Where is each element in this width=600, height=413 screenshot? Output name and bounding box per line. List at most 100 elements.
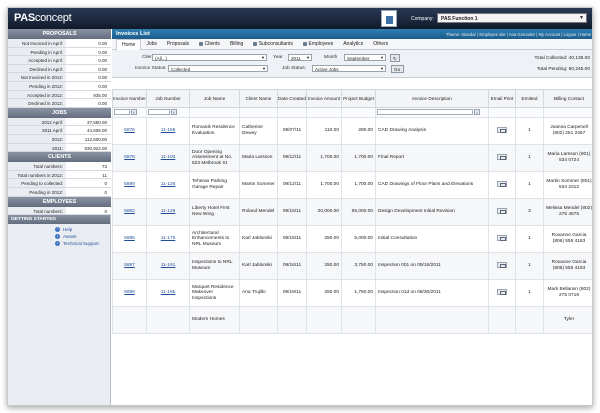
column-header[interactable]: Client Name bbox=[239, 89, 278, 108]
invoice-number-link[interactable]: 5897 bbox=[124, 263, 135, 268]
year-select[interactable]: 2011 ▼ bbox=[288, 54, 312, 61]
proposals-stat-row: Not Invoiced in 2012: 0.00 bbox=[8, 73, 111, 82]
email-icon[interactable] bbox=[497, 288, 507, 295]
email-icon[interactable] bbox=[497, 207, 507, 214]
invoice-filter-input[interactable] bbox=[114, 109, 130, 116]
column-header[interactable]: Job Name bbox=[189, 89, 240, 108]
column-header[interactable]: Invoice Number bbox=[112, 89, 147, 108]
proposals-stat-value: 0.00 bbox=[66, 81, 111, 90]
invoice-amount-cell: 20,000.00 bbox=[306, 198, 342, 226]
company-select[interactable]: PAS Function 1 ▼ bbox=[437, 13, 587, 23]
filter-icon[interactable]: Y bbox=[131, 109, 137, 116]
client-select-value: (All...) bbox=[155, 55, 167, 61]
getting-started-link-label: Assets bbox=[63, 234, 77, 240]
table-header-row: Invoice Number Job Number Job Name Client N… bbox=[112, 89, 592, 108]
job-status-select[interactable]: Active Jobs ▼ bbox=[312, 65, 386, 72]
invoice-number-link[interactable]: 5892 bbox=[124, 209, 135, 214]
app-logo[interactable]: PASconcept bbox=[14, 12, 72, 24]
tab-home[interactable]: Home bbox=[116, 38, 142, 50]
invoice-status-select[interactable]: Collected ▼ bbox=[168, 65, 268, 72]
clients-stat-value: 73 bbox=[66, 162, 111, 170]
proposals-stat-label: Accepted in April: bbox=[28, 58, 63, 64]
job-number-link[interactable]: 11-161 bbox=[161, 263, 176, 268]
tab-others[interactable]: Others bbox=[368, 41, 393, 47]
email-icon[interactable] bbox=[497, 180, 507, 187]
project-budget-cell: 280.00 bbox=[341, 117, 376, 145]
column-header[interactable]: Project Budget bbox=[341, 89, 376, 108]
year-label: Year bbox=[273, 55, 283, 60]
company-label: Company: bbox=[411, 16, 434, 22]
client-select[interactable]: (All...) ▼ bbox=[152, 54, 267, 61]
job-name-cell: Romanik Residence Evaluation bbox=[189, 117, 240, 145]
tab-subconsultants[interactable]: Subconsultants bbox=[248, 41, 298, 47]
client-name-cell: Martin Sommer bbox=[239, 171, 278, 199]
getting-started-link[interactable]: ? Help bbox=[55, 227, 110, 234]
tab-proposals[interactable]: Proposals bbox=[162, 41, 194, 47]
job-number-link[interactable]: 11-129 bbox=[161, 209, 176, 214]
subconsultants-icon bbox=[253, 42, 258, 46]
billing-contact-cell: Joanna Carpenell (802) 251 2467 bbox=[543, 117, 592, 145]
project-budget-cell: 5,000.00 bbox=[341, 225, 376, 253]
getting-started-link[interactable]: • Assets bbox=[55, 234, 110, 241]
job-number-link[interactable]: 11-165 bbox=[161, 290, 176, 295]
column-header[interactable]: Date Created bbox=[277, 89, 307, 108]
tab-employees[interactable]: Employees bbox=[298, 41, 338, 47]
month-select[interactable]: September ▼ bbox=[344, 54, 386, 61]
job-number-link[interactable]: 11-175 bbox=[161, 236, 176, 241]
chevron-down-icon: ▼ bbox=[306, 55, 310, 60]
filter-icon[interactable]: Y bbox=[474, 109, 480, 116]
clients-stat-value: 11 bbox=[66, 170, 111, 179]
getting-started-link[interactable]: • Technical Support bbox=[55, 241, 110, 248]
tab-billing[interactable]: Billing bbox=[225, 41, 248, 47]
email-icon[interactable] bbox=[497, 261, 507, 268]
jobs-stat-value: 44,605.00 bbox=[66, 126, 111, 134]
email-icon[interactable] bbox=[497, 153, 507, 160]
column-header[interactable]: Billing Contact bbox=[543, 89, 592, 108]
filter-icon[interactable]: Y bbox=[171, 109, 177, 116]
email-icon[interactable] bbox=[497, 126, 507, 133]
employees-stat-label: Total numbers: bbox=[33, 208, 63, 214]
user-links[interactable]: Theme: Standar | Employee site | Ana Gon… bbox=[446, 32, 591, 37]
date-created-cell: 09/16/11 bbox=[277, 252, 307, 280]
job-number-link[interactable]: 11-125 bbox=[161, 182, 176, 187]
invoice-description-cell: Initial Consultation bbox=[375, 225, 489, 253]
job-filter-input[interactable] bbox=[148, 109, 170, 116]
invoice-description-cell: Inspection 01d on 08/30/2011 bbox=[375, 279, 489, 307]
company-select-value: PAS Function 1 bbox=[441, 16, 478, 22]
tab-label: Clients bbox=[204, 41, 220, 47]
column-header[interactable]: Invoice Description bbox=[375, 89, 489, 108]
job-number-cell: 11-175 bbox=[146, 225, 190, 253]
tab-label: Subconsultants bbox=[258, 41, 293, 47]
date-created-cell: 09/15/11 bbox=[277, 225, 307, 253]
billing-contact-cell: Mark Bellamin (802) 275 0719 bbox=[543, 279, 592, 307]
date-created-cell: 09/15/11 bbox=[277, 198, 307, 226]
tab-label: Analytics bbox=[343, 41, 364, 47]
invoice-number-link[interactable]: 5898 bbox=[124, 290, 135, 295]
invoice-number-link[interactable]: 5878 bbox=[124, 155, 135, 160]
emitted-cell bbox=[515, 306, 544, 334]
invoice-amount-cell: 110.00 bbox=[306, 117, 342, 145]
invoice-number-link[interactable]: 5889 bbox=[124, 182, 135, 187]
invoice-number-link[interactable]: 5895 bbox=[124, 236, 135, 241]
invoice-number-link[interactable]: 5876 bbox=[124, 128, 135, 133]
column-header[interactable]: Invoice Amount bbox=[306, 89, 342, 108]
description-filter-input[interactable] bbox=[377, 109, 473, 116]
tab-analytics[interactable]: Analytics bbox=[338, 41, 368, 47]
column-header[interactable]: Emitted bbox=[515, 89, 544, 108]
email-icon[interactable] bbox=[497, 234, 507, 241]
job-number-link[interactable]: 11-103 bbox=[161, 155, 176, 160]
date-created-cell: 09/12/11 bbox=[277, 171, 307, 199]
go-button[interactable]: Go bbox=[391, 65, 404, 73]
refresh-icon[interactable]: ↻ bbox=[390, 54, 400, 62]
column-header[interactable]: Job Number bbox=[146, 89, 190, 108]
table-row: 5892 11-129 Liberty Hotel First New Wing Ro… bbox=[112, 198, 592, 226]
tab-jobs[interactable]: Jobs bbox=[141, 41, 162, 47]
company-icon bbox=[381, 10, 397, 27]
column-header[interactable]: Email Print bbox=[488, 89, 516, 108]
tab-clients[interactable]: Clients bbox=[194, 41, 225, 47]
proposals-stat-label: Pending in April: bbox=[30, 49, 63, 55]
filter-cell bbox=[488, 107, 516, 118]
invoice-number-cell bbox=[112, 306, 147, 334]
tab-label: Employees bbox=[308, 41, 334, 47]
job-number-link[interactable]: 11-155 bbox=[161, 128, 176, 133]
